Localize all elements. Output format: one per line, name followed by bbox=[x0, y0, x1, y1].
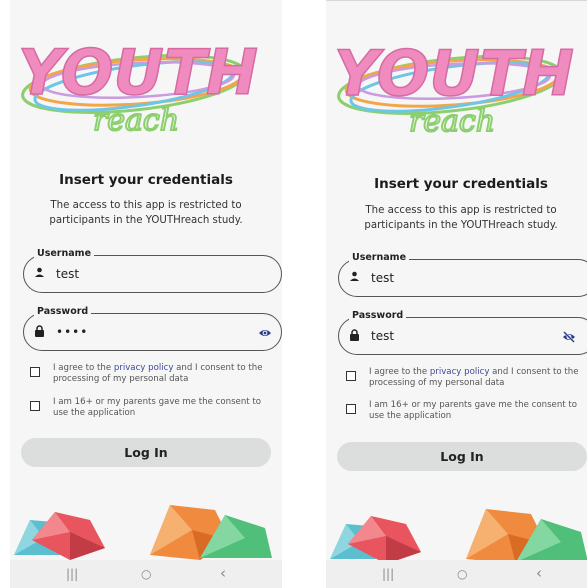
gems-illustration bbox=[14, 505, 272, 560]
gems-illustration bbox=[330, 509, 587, 564]
privacy-policy-link[interactable]: privacy policy bbox=[430, 367, 490, 377]
password-label: Password bbox=[349, 310, 407, 321]
android-nav-bar: ||| ○ ‹ bbox=[10, 560, 282, 588]
person-icon bbox=[34, 267, 45, 281]
logo-subtitle: reach bbox=[409, 104, 495, 139]
youthreach-logo: YOUTH reach bbox=[333, 36, 574, 140]
password-label: Password bbox=[34, 306, 92, 317]
age-consent-text: I am 16+ or my parents gave me the conse… bbox=[369, 400, 578, 421]
privacy-policy-link[interactable]: privacy policy bbox=[114, 363, 174, 373]
description-line-1: The access to this app is restricted to bbox=[365, 205, 557, 216]
page-title: Insert your credentials bbox=[374, 176, 548, 192]
recents-button[interactable]: ||| bbox=[66, 567, 78, 581]
description-line-1: The access to this app is restricted to bbox=[50, 200, 242, 211]
login-screen-visible: YOUTH reach Insert your credentials The … bbox=[326, 0, 587, 588]
back-button[interactable]: ‹ bbox=[536, 564, 542, 582]
home-button[interactable]: ○ bbox=[141, 567, 151, 581]
android-nav-bar: ||| ○ ‹ bbox=[326, 560, 587, 588]
username-label: Username bbox=[349, 252, 410, 263]
eye-icon[interactable] bbox=[258, 326, 272, 340]
eye-off-icon[interactable] bbox=[562, 330, 576, 344]
youthreach-logo: YOUTH reach bbox=[17, 35, 258, 139]
recents-button[interactable]: ||| bbox=[382, 567, 394, 581]
logo-title: YOUTH bbox=[18, 36, 258, 109]
lock-icon bbox=[349, 329, 360, 344]
lock-icon bbox=[34, 325, 45, 340]
logo-title: YOUTH bbox=[334, 37, 574, 110]
page-title: Insert your credentials bbox=[59, 172, 233, 188]
description-line-2: participants in the YOUTHreach study. bbox=[49, 215, 243, 226]
password-value[interactable]: •••• bbox=[56, 325, 88, 339]
privacy-consent-text: I agree to the privacy policy and I cons… bbox=[369, 367, 579, 388]
home-button[interactable]: ○ bbox=[457, 567, 467, 581]
username-value[interactable]: test bbox=[371, 271, 394, 285]
logo-subtitle: reach bbox=[93, 103, 179, 138]
password-field[interactable]: Password •••• bbox=[23, 306, 282, 351]
login-screen-masked: YOUTH reach Insert your credentials The … bbox=[10, 0, 282, 588]
password-value[interactable]: test bbox=[371, 329, 394, 343]
username-field[interactable]: Username test bbox=[23, 248, 282, 293]
login-button[interactable]: Log In bbox=[21, 438, 271, 467]
person-icon bbox=[349, 271, 360, 285]
age-checkbox[interactable] bbox=[346, 404, 356, 414]
privacy-checkbox[interactable] bbox=[30, 367, 40, 377]
password-field[interactable]: Password test bbox=[338, 310, 587, 355]
username-field[interactable]: Username test bbox=[338, 252, 587, 297]
back-button[interactable]: ‹ bbox=[220, 564, 226, 582]
privacy-consent-text: I agree to the privacy policy and I cons… bbox=[53, 363, 263, 384]
description-line-2: participants in the YOUTHreach study. bbox=[364, 220, 558, 231]
privacy-checkbox[interactable] bbox=[346, 371, 356, 381]
username-label: Username bbox=[34, 248, 95, 259]
age-consent-text: I am 16+ or my parents gave me the conse… bbox=[53, 397, 262, 418]
login-button[interactable]: Log In bbox=[337, 442, 587, 471]
username-value[interactable]: test bbox=[56, 267, 79, 281]
age-checkbox[interactable] bbox=[30, 401, 40, 411]
